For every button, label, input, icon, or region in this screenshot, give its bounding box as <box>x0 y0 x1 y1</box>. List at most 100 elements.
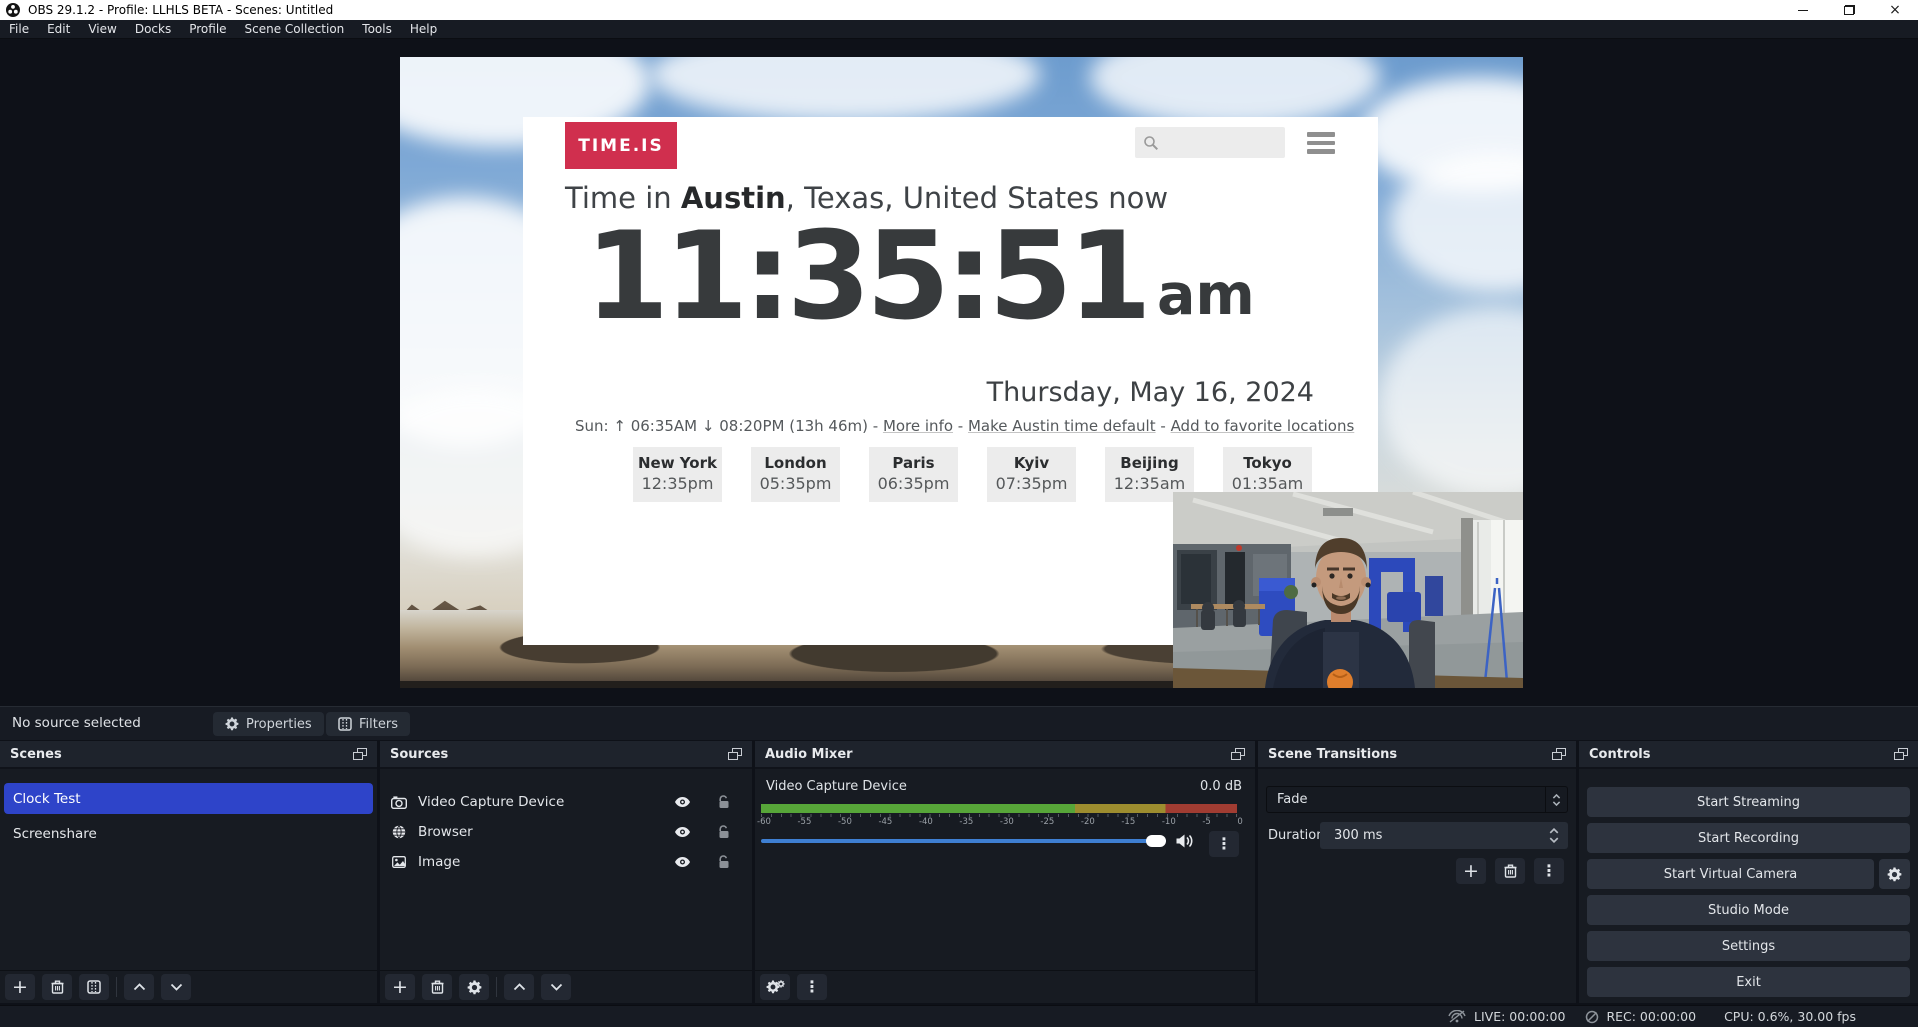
source-status-text: No source selected <box>12 715 141 731</box>
scenes-list: Clock Test Screenshare <box>0 771 377 970</box>
lock-toggle[interactable] <box>718 795 730 809</box>
source-item-browser[interactable]: Browser <box>380 817 752 847</box>
timeis-date: Thursday, May 16, 2024 <box>987 377 1314 408</box>
popout-icon[interactable] <box>1231 748 1245 760</box>
restore-button[interactable] <box>1826 0 1872 20</box>
mute-button[interactable] <box>1176 834 1195 848</box>
menu-file[interactable]: File <box>0 20 38 38</box>
source-item-image[interactable]: Image <box>380 847 752 877</box>
scene-item-clock-test[interactable]: Clock Test <box>4 783 373 814</box>
trash-icon <box>1504 864 1517 878</box>
unlock-icon <box>718 855 730 869</box>
volume-meter <box>761 804 1237 813</box>
menu-tools[interactable]: Tools <box>353 20 401 38</box>
menu-docks[interactable]: Docks <box>126 20 180 38</box>
studio-mode-button[interactable]: Studio Mode <box>1587 895 1910 925</box>
minimize-button[interactable] <box>1780 0 1826 20</box>
close-button[interactable]: × <box>1872 0 1918 20</box>
transitions-dock-header: Scene Transitions <box>1258 741 1576 769</box>
unlock-icon <box>718 795 730 809</box>
transition-properties-button[interactable]: ⋮ <box>1534 858 1564 884</box>
clock-digits: 11:35:51 <box>585 213 1147 340</box>
menu-profile[interactable]: Profile <box>180 20 235 38</box>
scene-filters-button[interactable] <box>79 974 109 1000</box>
properties-button[interactable]: Properties <box>213 712 324 736</box>
visibility-toggle[interactable] <box>674 796 691 808</box>
remove-source-button[interactable] <box>422 974 452 1000</box>
close-icon: × <box>1889 3 1901 17</box>
menu-edit[interactable]: Edit <box>38 20 79 38</box>
filters-button[interactable]: Filters <box>326 712 410 736</box>
source-properties-button[interactable] <box>459 974 489 1000</box>
visibility-toggle[interactable] <box>674 856 691 868</box>
exit-button[interactable]: Exit <box>1587 967 1910 997</box>
menu-help[interactable]: Help <box>401 20 446 38</box>
start-streaming-button[interactable]: Start Streaming <box>1587 787 1910 817</box>
remove-scene-button[interactable] <box>42 974 72 1000</box>
hamburger-menu-icon <box>1307 132 1335 154</box>
spin-up-icon <box>1549 828 1559 834</box>
start-virtual-camera-button[interactable]: Start Virtual Camera <box>1587 859 1874 889</box>
advanced-audio-button[interactable] <box>760 974 790 1000</box>
settings-button[interactable]: Settings <box>1587 931 1910 961</box>
mixer-toolbar: ⋮ <box>755 970 1255 1003</box>
spinner-arrows[interactable] <box>1544 828 1568 843</box>
visibility-toggle[interactable] <box>674 826 691 838</box>
plus-icon: + <box>1463 862 1479 881</box>
menu-view[interactable]: View <box>79 20 125 38</box>
make-default-link: Make Austin time default <box>968 417 1156 435</box>
virtual-camera-config-button[interactable] <box>1879 859 1910 889</box>
menu-scene-collection[interactable]: Scene Collection <box>236 20 354 38</box>
scene-item-screenshare[interactable]: Screenshare <box>4 818 373 849</box>
city-card: London05:35pm <box>751 447 840 502</box>
move-source-up-button[interactable] <box>504 974 534 1000</box>
volume-slider-handle[interactable] <box>1146 835 1166 847</box>
controls-dock-header: Controls <box>1579 741 1918 769</box>
kebab-menu-icon: ⋮ <box>1541 863 1557 879</box>
add-scene-button[interactable]: + <box>5 974 35 1000</box>
timeis-logo: TIME.IS <box>565 122 677 169</box>
cpu-fps-stats: CPU: 0.6%, 30.00 fps <box>1724 1009 1856 1024</box>
move-source-down-button[interactable] <box>541 974 571 1000</box>
mixer-dock-header: Audio Mixer <box>755 741 1255 769</box>
add-transition-button[interactable]: + <box>1456 858 1486 884</box>
window-titlebar: OBS 29.1.2 - Profile: LLHLS BETA - Scene… <box>0 0 1918 20</box>
city-card: Paris06:35pm <box>869 447 958 502</box>
transition-select[interactable]: Fade <box>1266 786 1568 813</box>
mixer-channel-menu-button[interactable]: ⋮ <box>1209 831 1239 857</box>
popout-icon[interactable] <box>1894 748 1908 760</box>
webcam-video <box>1173 492 1523 688</box>
scene-transitions-dock: Scene Transitions Fade Duration 300 ms <box>1258 741 1576 1003</box>
trash-icon <box>51 980 64 994</box>
popout-icon[interactable] <box>353 748 367 760</box>
window-title: OBS 29.1.2 - Profile: LLHLS BETA - Scene… <box>28 3 333 17</box>
filter-icon <box>338 717 352 731</box>
move-scene-down-button[interactable] <box>161 974 191 1000</box>
toolbar-separator <box>496 977 497 997</box>
move-scene-up-button[interactable] <box>124 974 154 1000</box>
clock-meridiem: am <box>1157 262 1255 328</box>
gear-icon <box>225 717 239 731</box>
volume-slider[interactable] <box>761 839 1166 843</box>
popout-icon[interactable] <box>728 748 742 760</box>
mixer-menu-button[interactable]: ⋮ <box>797 974 827 1000</box>
duration-label: Duration <box>1268 828 1324 843</box>
record-inactive-icon <box>1585 1010 1599 1024</box>
chevron-up-icon <box>133 983 146 991</box>
sources-list: Video Capture Device Browser <box>380 771 752 970</box>
transitions-body: Fade Duration 300 ms + <box>1258 771 1576 1003</box>
remove-transition-button[interactable] <box>1495 858 1525 884</box>
duration-spinbox[interactable]: 300 ms <box>1320 822 1568 849</box>
start-recording-button[interactable]: Start Recording <box>1587 823 1910 853</box>
speaker-icon <box>1176 834 1195 848</box>
popout-icon[interactable] <box>1552 748 1566 760</box>
lock-toggle[interactable] <box>718 825 730 839</box>
source-item-video-capture[interactable]: Video Capture Device <box>380 787 752 817</box>
add-favorite-link: Add to favorite locations <box>1171 417 1355 435</box>
add-source-button[interactable]: + <box>385 974 415 1000</box>
mixer-channel-name: Video Capture Device <box>766 779 907 794</box>
search-icon <box>1143 135 1159 151</box>
spin-down-icon <box>1549 837 1559 843</box>
preview-canvas[interactable]: TIME.IS Time in Austin, Texas, United St… <box>400 57 1523 688</box>
lock-toggle[interactable] <box>718 855 730 869</box>
